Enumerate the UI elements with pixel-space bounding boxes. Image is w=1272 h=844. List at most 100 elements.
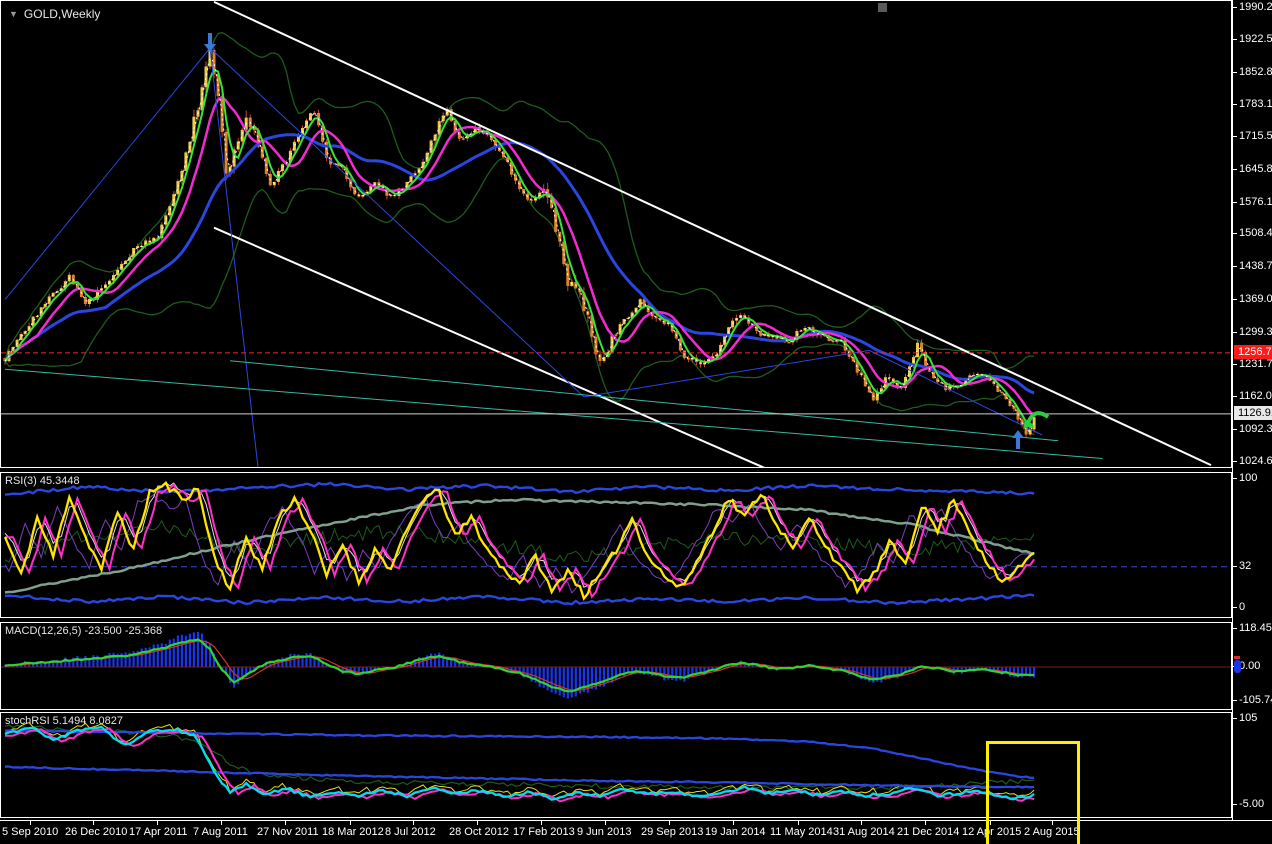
curved-arrow-icon[interactable]	[1026, 411, 1050, 424]
rsi-white-line	[4, 481, 1035, 588]
rsi-label: RSI(3) 45.3448	[5, 475, 80, 487]
axis-tick	[1233, 607, 1237, 608]
axis-tick	[1233, 461, 1237, 462]
date-axis-label: 27 Nov 2011	[257, 826, 319, 838]
bollinger-upper	[4, 32, 1035, 370]
date-axis-label: 7 Aug 2011	[193, 826, 248, 838]
highlight-rectangle[interactable]	[986, 741, 1080, 844]
price-axis-label: 1645.80	[1239, 163, 1272, 175]
axis-tick	[1233, 299, 1237, 300]
date-axis-label: 9 Jun 2013	[577, 826, 632, 838]
price-axis-label: 1438.75	[1239, 260, 1272, 272]
candle	[1032, 417, 1036, 430]
date-axis-label: 21 Dec 2014	[897, 826, 960, 838]
rsi-lower-band	[4, 593, 1035, 606]
symbol-timeframe-label: GOLD,Weekly	[23, 7, 101, 21]
candle	[622, 319, 626, 325]
axis-tick	[1233, 7, 1237, 8]
rsi-indicator-pane[interactable]: RSI(3) 45.3448	[0, 472, 1232, 618]
price-axis-label: 1852.85	[1239, 66, 1272, 78]
price-axis[interactable]: 1990.20 1922.55 1852.85 1783.15 1715.50 1645.…	[1232, 0, 1272, 820]
axis-tick	[1233, 104, 1237, 105]
date-tick	[157, 821, 158, 825]
trading-chart-window: ▼ GOLD,Weekly RSI(3) 45.3448 MACD(12,26,…	[0, 0, 1272, 844]
candle	[1000, 392, 1004, 394]
rsi-canvas[interactable]	[1, 473, 1231, 617]
axis-tick	[1233, 478, 1237, 479]
candle	[916, 342, 919, 358]
price-chart-pane[interactable]: ▼ GOLD,Weekly	[0, 0, 1232, 468]
stoch-magenta-line	[5, 727, 1035, 803]
stoch-green-line	[4, 724, 1035, 791]
date-tick	[413, 821, 414, 825]
date-axis-label: 31 Aug 2014	[833, 826, 895, 838]
axis-tick	[1233, 718, 1237, 719]
macd-label: MACD(12,26,5) -23.500 -25.368	[5, 625, 163, 637]
macd-histogram	[3, 631, 1036, 699]
price-axis-label: 100	[1239, 472, 1258, 484]
chart-title: ▼ GOLD,Weekly	[9, 7, 100, 21]
axis-tick	[1233, 72, 1237, 73]
macd-main-line	[4, 638, 1035, 693]
price-axis-label: 1990.20	[1239, 1, 1272, 13]
axis-tick	[1233, 136, 1237, 137]
time-axis[interactable]: 5 Sep 2010 26 Dec 2010 17 Apr 2011 7 Aug 20…	[0, 820, 1272, 844]
candle	[614, 334, 618, 336]
axis-tick	[1233, 233, 1237, 234]
candle	[240, 129, 244, 142]
price-axis-label: 1715.50	[1239, 130, 1272, 142]
stochrsi-label: stochRSI 5.1494 8.0827	[5, 715, 124, 727]
price-axis-label: 0.00	[1239, 660, 1261, 672]
white-badge: 1126.91	[1234, 406, 1272, 420]
price-axis-label: 1299.35	[1239, 326, 1272, 338]
date-axis-label: 17 Feb 2013	[513, 826, 575, 838]
rsi-green-line	[4, 519, 1035, 563]
date-axis-label: 18 Mar 2012	[322, 826, 384, 838]
macd-canvas[interactable]	[1, 623, 1231, 709]
up-arrow-icon[interactable]	[1012, 430, 1025, 449]
date-axis-label: 11 May 2014	[770, 826, 833, 838]
candle	[518, 180, 522, 190]
date-tick	[605, 821, 606, 825]
macd-indicator-pane[interactable]: MACD(12,26,5) -23.500 -25.368	[0, 622, 1232, 710]
price-axis-label: 1369.05	[1239, 293, 1272, 305]
date-tick	[285, 821, 286, 825]
axis-tick	[1233, 332, 1237, 333]
date-axis-label: 19 Jan 2014	[705, 826, 766, 838]
axis-tick	[1233, 566, 1237, 567]
candle	[409, 176, 413, 182]
date-axis-label: 29 Sep 2013	[641, 826, 704, 838]
axis-tick	[1233, 364, 1237, 365]
chart-object-handle[interactable]	[878, 3, 887, 12]
date-axis-label: 26 Dec 2010	[65, 826, 128, 838]
date-tick	[93, 821, 94, 825]
axis-tick	[1233, 628, 1237, 629]
date-axis-label: 28 Oct 2012	[449, 826, 509, 838]
date-tick	[669, 821, 670, 825]
candle	[224, 131, 228, 174]
date-tick	[221, 821, 222, 825]
candle	[594, 336, 598, 355]
axis-tick	[1233, 804, 1237, 805]
date-tick	[733, 821, 734, 825]
axis-tick	[1233, 429, 1237, 430]
price-axis-label: 1024.65	[1239, 455, 1272, 467]
price-axis-label: -5.00	[1239, 798, 1265, 810]
symbol-dropdown-icon[interactable]: ▼	[9, 9, 18, 19]
trendline-2	[4, 47, 585, 398]
price-axis-label: 1576.10	[1239, 196, 1272, 208]
candle	[87, 299, 91, 304]
price-axis-label: 118.45	[1239, 622, 1272, 634]
price-axis-label: 1092.30	[1239, 423, 1272, 435]
red-badge: 1256.71	[1234, 345, 1272, 359]
ma-slow	[3, 133, 1035, 395]
axis-tick	[1233, 169, 1237, 170]
date-tick	[798, 821, 799, 825]
axis-tick	[1233, 396, 1237, 397]
candle	[461, 138, 465, 140]
price-axis-label: 105	[1239, 712, 1258, 724]
candle	[313, 112, 316, 114]
price-chart-canvas[interactable]	[1, 1, 1231, 467]
axis-tick	[1233, 202, 1237, 203]
candle	[787, 342, 791, 344]
